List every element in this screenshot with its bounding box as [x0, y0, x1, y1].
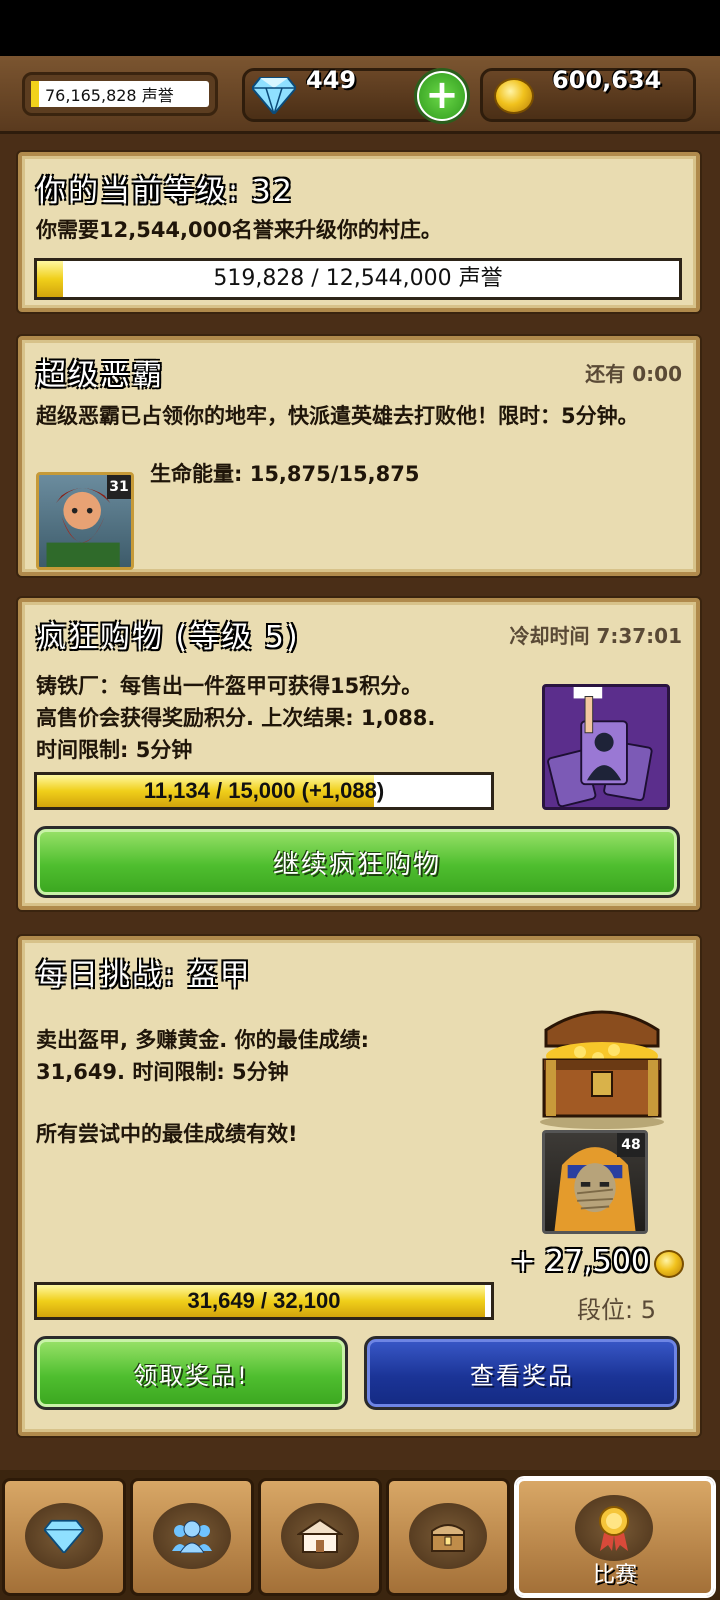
frenzy-panel: 疯狂购物 (等级 5) 冷却时间 7:37:01 铸铁厂：每售出一件盔甲可获得1… — [18, 598, 700, 910]
boss-time-left: 还有 0:00 — [585, 362, 682, 386]
diamond-icon — [252, 77, 296, 114]
frenzy-line-1: 铸铁厂：每售出一件盔甲可获得15积分。 — [36, 674, 423, 698]
opponent-level-badge: 48 — [617, 1133, 645, 1157]
nav-tab-gems[interactable] — [2, 1478, 126, 1596]
gold-coin-icon — [494, 78, 534, 114]
frenzy-title: 疯狂购物 (等级 5) — [36, 620, 300, 655]
treasure-chest-icon — [540, 1010, 664, 1129]
gem-count: 449 — [306, 66, 357, 94]
nav-tab-competition[interactable]: 比赛 — [516, 1478, 714, 1596]
frenzy-card-image — [542, 684, 670, 810]
reward-coin-icon — [654, 1250, 684, 1278]
hero-level-badge: 31 — [107, 475, 131, 499]
cards-icon — [547, 687, 653, 807]
gold-count: 600,634 — [552, 66, 662, 94]
status-bar — [0, 0, 720, 56]
boss-hero-portrait[interactable]: 31 — [36, 472, 134, 570]
plus-icon: + — [419, 73, 465, 119]
opponent-portrait[interactable]: 48 — [542, 1130, 648, 1234]
nav-tab-heroes[interactable] — [130, 1478, 254, 1596]
daily-progress-label: 31,649 / 32,100 — [187, 1288, 341, 1313]
view-prizes-button[interactable]: 查看奖品 — [364, 1336, 680, 1410]
rank-label: 段位: 5 — [577, 1296, 656, 1324]
nav-tab-chest[interactable] — [386, 1478, 510, 1596]
level-panel: 你的当前等级: 32 你需要12,544,000名誉来升级你的村庄。 519,8… — [18, 152, 700, 312]
prestige-value: 76,165,828 声誉 — [45, 86, 174, 105]
level-title: 你的当前等级: 32 — [36, 174, 294, 209]
daily-progress-bar: 31,649 / 32,100 — [34, 1282, 494, 1320]
level-description: 你需要12,544,000名誉来升级你的村庄。 — [36, 218, 442, 242]
boss-title: 超级恶霸 — [36, 358, 164, 393]
boss-panel: 超级恶霸 还有 0:00 超级恶霸已占领你的地牢，快派遣英雄去打败他！限时：5分… — [18, 336, 700, 576]
gem-icon — [44, 1519, 84, 1553]
add-gems-button[interactable]: + — [414, 68, 470, 124]
medal-icon — [599, 1506, 629, 1551]
frenzy-line-3: 时间限制: 5分钟 — [36, 738, 193, 762]
continue-frenzy-button[interactable]: 继续疯狂购物 — [34, 826, 680, 898]
boss-life-energy: 生命能量: 15,875/15,875 — [150, 462, 420, 486]
heroes-icon — [172, 1520, 212, 1553]
daily-title: 每日挑战: 盔甲 — [36, 958, 252, 993]
bottom-navigation: 比赛 — [0, 1470, 720, 1600]
daily-challenge-panel: 每日挑战: 盔甲 卖出盔甲, 多赚黄金. 你的最佳成绩: 31,649. 时间限… — [18, 936, 700, 1436]
resource-bar: 76,165,828 声誉 449 + 600,634 — [0, 56, 720, 134]
prestige-fill — [31, 81, 39, 107]
daily-line-2: 31,649. 时间限制: 5分钟 — [36, 1060, 289, 1084]
frenzy-progress-label: 11,134 / 15,000 (+1,088) — [143, 778, 385, 803]
claim-prize-button[interactable]: 领取奖品! — [34, 1336, 348, 1410]
level-progress-label: 519,828 / 12,544,000 声誉 — [213, 266, 503, 291]
level-progress-bar: 519,828 / 12,544,000 声誉 — [34, 258, 682, 300]
reward-amount: + 27,500 — [510, 1244, 650, 1279]
prestige-counter[interactable]: 76,165,828 声誉 — [22, 72, 218, 116]
nav-label-competition: 比赛 — [592, 1563, 637, 1588]
chest-icon — [431, 1524, 465, 1552]
frenzy-cooldown: 冷却时间 7:37:01 — [509, 624, 682, 648]
frenzy-progress-bar: 11,134 / 15,000 (+1,088) — [34, 772, 494, 810]
daily-line-3: 所有尝试中的最佳成绩有效! — [36, 1122, 298, 1146]
village-icon — [297, 1518, 343, 1553]
frenzy-line-2: 高售价会获得奖励积分. 上次结果: 1,088. — [36, 706, 436, 730]
boss-description: 超级恶霸已占领你的地牢，快派遣英雄去打败他！限时：5分钟。 — [36, 404, 639, 428]
daily-line-1: 卖出盔甲, 多赚黄金. 你的最佳成绩: — [36, 1028, 369, 1052]
nav-tab-village[interactable] — [258, 1478, 382, 1596]
